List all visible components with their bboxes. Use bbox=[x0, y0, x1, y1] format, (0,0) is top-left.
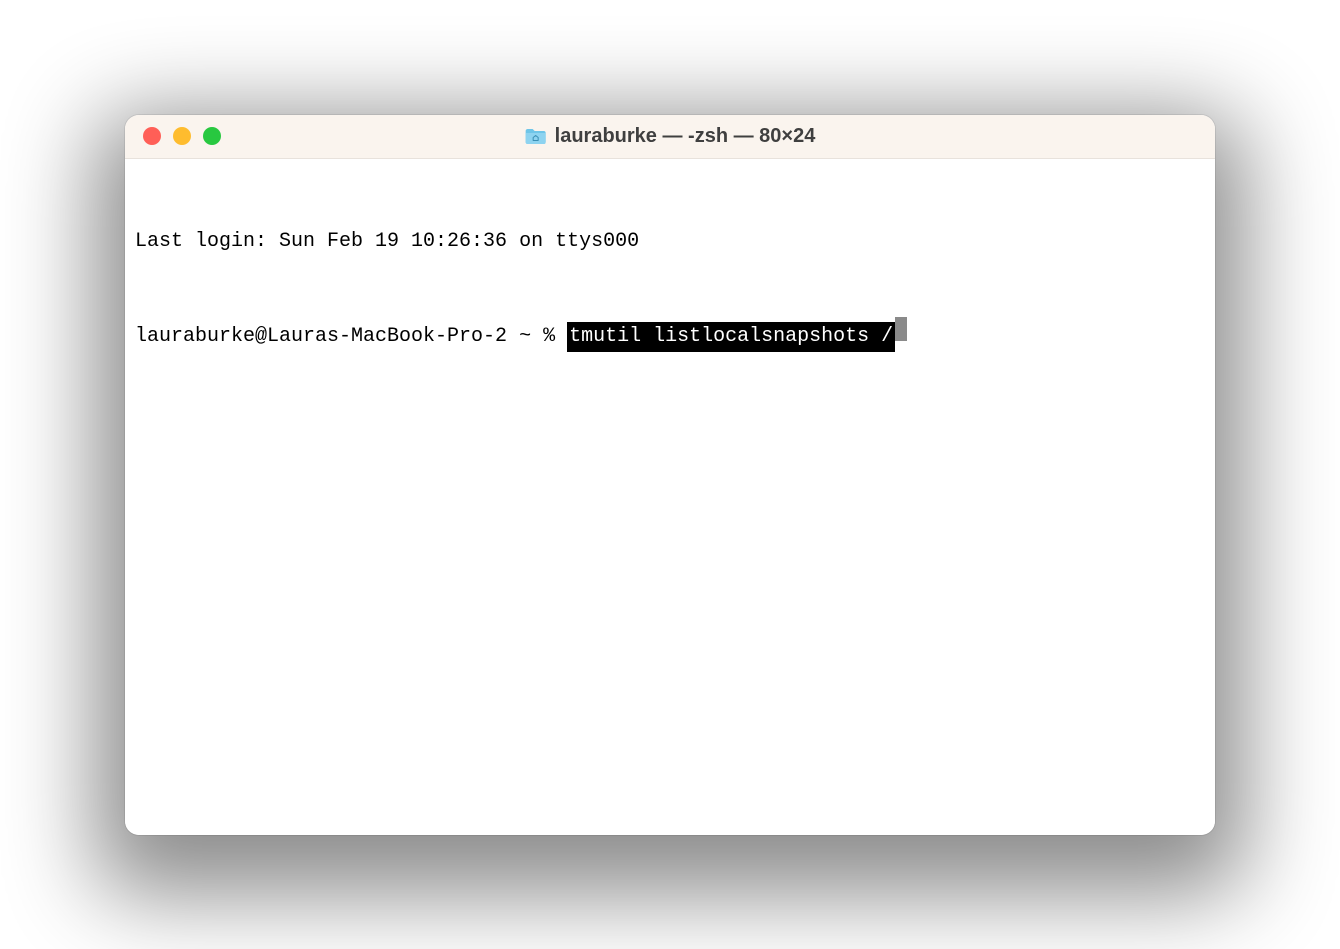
traffic-lights bbox=[125, 127, 221, 145]
home-folder-icon bbox=[525, 127, 547, 145]
close-button[interactable] bbox=[143, 127, 161, 145]
window-title-container: lauraburke — -zsh — 80×24 bbox=[525, 125, 816, 148]
terminal-window: lauraburke — -zsh — 80×24 Last login: Su… bbox=[125, 115, 1215, 835]
window-title: lauraburke — -zsh — 80×24 bbox=[555, 125, 816, 148]
prompt-line: lauraburke@Lauras-MacBook-Pro-2 ~ % tmut… bbox=[135, 317, 1205, 352]
titlebar[interactable]: lauraburke — -zsh — 80×24 bbox=[125, 115, 1215, 159]
zoom-button[interactable] bbox=[203, 127, 221, 145]
prompt-text: lauraburke@Lauras-MacBook-Pro-2 ~ % bbox=[135, 322, 567, 352]
terminal-body[interactable]: Last login: Sun Feb 19 10:26:36 on ttys0… bbox=[125, 159, 1215, 835]
last-login-line: Last login: Sun Feb 19 10:26:36 on ttys0… bbox=[135, 227, 1205, 257]
cursor bbox=[895, 317, 907, 341]
command-input[interactable]: tmutil listlocalsnapshots / bbox=[567, 322, 895, 352]
minimize-button[interactable] bbox=[173, 127, 191, 145]
